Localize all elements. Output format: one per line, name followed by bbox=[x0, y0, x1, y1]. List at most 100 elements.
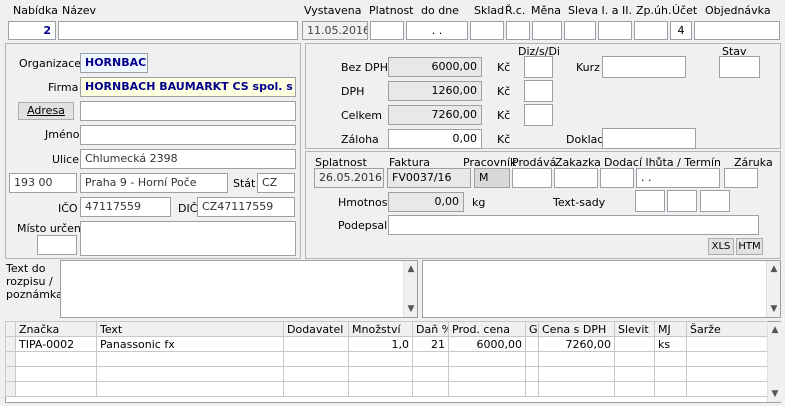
row-indicator[interactable] bbox=[5, 351, 16, 367]
text-sady-field-2[interactable] bbox=[667, 190, 697, 212]
table-cell[interactable]: 1,0 bbox=[348, 336, 413, 352]
notes-left-textarea[interactable] bbox=[60, 260, 418, 318]
ucet-field[interactable]: 4 bbox=[670, 21, 692, 40]
col-header-g[interactable]: G bbox=[525, 321, 539, 337]
vystavena-field[interactable]: 11.05.2016 bbox=[302, 21, 368, 40]
platnost-field[interactable] bbox=[370, 21, 404, 40]
dodaci-field[interactable] bbox=[600, 168, 634, 188]
nabidka-field[interactable]: 2 bbox=[8, 21, 56, 40]
do-dne-field[interactable]: . . bbox=[406, 21, 468, 40]
scroll-up-icon[interactable]: ▲ bbox=[404, 263, 418, 275]
misto-urceni-field[interactable] bbox=[80, 221, 296, 256]
table-row[interactable] bbox=[5, 366, 768, 382]
kurz-field[interactable] bbox=[602, 56, 686, 78]
table-cell[interactable] bbox=[448, 351, 526, 367]
hmotnost-field[interactable]: 0,00 bbox=[388, 192, 464, 212]
table-cell[interactable]: ks bbox=[654, 336, 687, 352]
scroll-up-icon[interactable]: ▲ bbox=[768, 324, 782, 336]
firma-field[interactable]: HORNBACH BAUMARKT CS spol. s r.o. bbox=[80, 77, 296, 97]
nazev-field[interactable] bbox=[58, 21, 298, 40]
table-cell[interactable]: Panassonic fx bbox=[96, 336, 284, 352]
doklad-field[interactable] bbox=[602, 128, 696, 149]
col-header-mj[interactable]: MJ bbox=[654, 321, 687, 337]
termin-field[interactable]: . . bbox=[636, 168, 720, 188]
table-cell[interactable]: 7260,00 bbox=[538, 336, 615, 352]
table-cell[interactable] bbox=[412, 366, 449, 382]
table-cell[interactable] bbox=[283, 351, 349, 367]
table-cell[interactable]: TIPA-0002 bbox=[15, 336, 97, 352]
misto-urceni-code-field[interactable] bbox=[37, 235, 77, 255]
objednavka-field[interactable] bbox=[694, 21, 780, 40]
jmeno-field[interactable] bbox=[80, 125, 296, 145]
xls-export-button[interactable]: XLS bbox=[708, 238, 734, 255]
table-cell[interactable] bbox=[283, 366, 349, 382]
row-indicator[interactable] bbox=[5, 336, 16, 352]
table-cell[interactable] bbox=[448, 381, 526, 397]
table-cell[interactable] bbox=[412, 381, 449, 397]
col-header-cena-s-dph[interactable]: Cena s DPH bbox=[538, 321, 615, 337]
sklad-field[interactable] bbox=[470, 21, 504, 40]
adresa-button[interactable]: Adresa bbox=[18, 102, 74, 120]
table-cell[interactable] bbox=[614, 366, 655, 382]
celkem-field[interactable]: 7260,00 bbox=[388, 105, 482, 125]
col-header-dan[interactable]: Daň % bbox=[412, 321, 449, 337]
row-indicator[interactable] bbox=[5, 381, 16, 397]
table-cell[interactable] bbox=[686, 336, 768, 352]
table-cell[interactable] bbox=[686, 381, 768, 397]
bez-dph-field[interactable]: 6000,00 bbox=[388, 57, 482, 77]
table-cell[interactable] bbox=[654, 381, 687, 397]
scroll-up-icon[interactable]: ▲ bbox=[767, 263, 781, 275]
table-cell[interactable] bbox=[525, 336, 539, 352]
table-cell[interactable] bbox=[15, 351, 97, 367]
table-cell[interactable]: 6000,00 bbox=[448, 336, 526, 352]
table-cell[interactable] bbox=[538, 366, 615, 382]
table-cell[interactable]: 21 bbox=[412, 336, 449, 352]
table-row[interactable] bbox=[5, 381, 768, 397]
zaloha-field[interactable]: 0,00 bbox=[388, 129, 482, 149]
prodava-field[interactable] bbox=[512, 168, 552, 188]
rc-field[interactable] bbox=[506, 21, 530, 40]
diz-field-1[interactable] bbox=[524, 56, 553, 78]
table-cell[interactable] bbox=[686, 366, 768, 382]
col-header-dodavatel[interactable]: Dodavatel bbox=[283, 321, 349, 337]
sleva1-field[interactable] bbox=[564, 21, 596, 40]
dph-field[interactable]: 1260,00 bbox=[388, 81, 482, 101]
table-cell[interactable] bbox=[96, 366, 284, 382]
table-cell[interactable] bbox=[686, 351, 768, 367]
text-sady-field-1[interactable] bbox=[635, 190, 665, 212]
ulice-field[interactable]: Chlumecká 2398 bbox=[80, 149, 296, 169]
notes-right-textarea[interactable] bbox=[422, 260, 781, 318]
table-cell[interactable] bbox=[614, 351, 655, 367]
scroll-down-icon[interactable]: ▼ bbox=[767, 303, 781, 315]
table-cell[interactable] bbox=[348, 351, 413, 367]
table-cell[interactable] bbox=[525, 351, 539, 367]
table-cell[interactable] bbox=[348, 366, 413, 382]
notes-right-scrollbar[interactable]: ▲ ▼ bbox=[766, 261, 780, 317]
col-header-prod-cena[interactable]: Prod. cena bbox=[448, 321, 526, 337]
text-sady-field-3[interactable] bbox=[700, 190, 730, 212]
col-header-text[interactable]: Text bbox=[96, 321, 284, 337]
faktura-field[interactable]: FV0037/16 bbox=[387, 168, 471, 188]
table-cell[interactable] bbox=[538, 351, 615, 367]
sleva2-field[interactable] bbox=[598, 21, 632, 40]
col-header-znacka[interactable]: Značka bbox=[15, 321, 97, 337]
row-indicator[interactable] bbox=[5, 366, 16, 382]
notes-left-scrollbar[interactable]: ▲ ▼ bbox=[403, 261, 417, 317]
table-cell[interactable] bbox=[614, 336, 655, 352]
table-cell[interactable] bbox=[525, 366, 539, 382]
mesto-field[interactable]: Praha 9 - Horní Poče bbox=[80, 173, 228, 193]
psc-field[interactable]: 193 00 bbox=[9, 173, 77, 193]
table-cell[interactable] bbox=[654, 351, 687, 367]
diz-field-3[interactable] bbox=[524, 104, 553, 126]
table-row[interactable] bbox=[5, 351, 768, 367]
col-header-sarze[interactable]: Šarže bbox=[686, 321, 768, 337]
table-cell[interactable] bbox=[15, 366, 97, 382]
mena-field[interactable] bbox=[532, 21, 562, 40]
table-cell[interactable] bbox=[96, 381, 284, 397]
table-cell[interactable] bbox=[448, 366, 526, 382]
scroll-down-icon[interactable]: ▼ bbox=[768, 388, 782, 400]
zakazka-field[interactable] bbox=[554, 168, 598, 188]
col-header-slevit[interactable]: Slevit bbox=[614, 321, 655, 337]
table-cell[interactable] bbox=[348, 381, 413, 397]
table-cell[interactable] bbox=[15, 381, 97, 397]
